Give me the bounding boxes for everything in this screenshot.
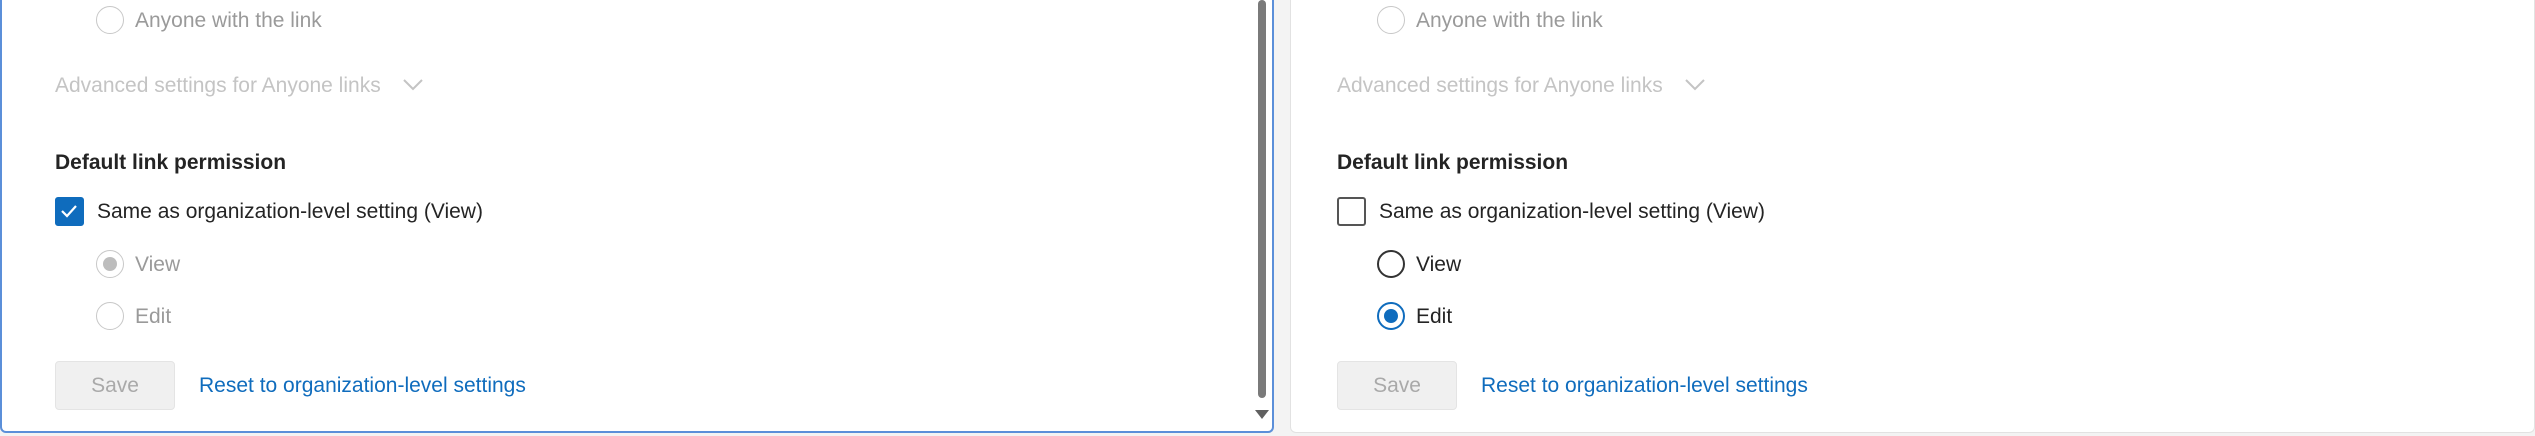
section-title: Default link permission: [1337, 151, 1569, 174]
view-permission-label: View: [135, 253, 181, 276]
anyone-with-link-radio[interactable]: [1377, 6, 1405, 34]
edit-permission-label: Edit: [1416, 305, 1453, 328]
checkmark-icon: [61, 205, 77, 218]
advanced-settings-toggle[interactable]: Advanced settings for Anyone links: [1337, 73, 1663, 99]
save-button[interactable]: Save: [55, 361, 175, 410]
right-settings-panel: Anyone with the link Advanced settings f…: [1290, 0, 2535, 433]
same-as-org-checkbox[interactable]: [1337, 197, 1366, 226]
edit-permission-label: Edit: [135, 305, 172, 328]
reset-to-org-link[interactable]: Reset to organization-level settings: [1481, 373, 1808, 399]
section-title: Default link permission: [55, 151, 287, 174]
view-permission-radio[interactable]: [96, 250, 124, 278]
advanced-settings-toggle[interactable]: Advanced settings for Anyone links: [55, 73, 381, 99]
view-permission-label: View: [1416, 253, 1462, 276]
reset-to-org-link[interactable]: Reset to organization-level settings: [199, 373, 526, 399]
chevron-down-icon[interactable]: [1684, 78, 1706, 92]
scrollbar-thumb[interactable]: [1258, 0, 1266, 398]
anyone-with-link-label: Anyone with the link: [1416, 9, 1603, 32]
same-as-org-label: Same as organization-level setting (View…: [1379, 200, 1765, 223]
chevron-down-icon[interactable]: [402, 78, 424, 92]
same-as-org-label: Same as organization-level setting (View…: [97, 200, 483, 223]
scroll-down-arrow-icon[interactable]: [1255, 410, 1269, 419]
edit-permission-radio[interactable]: [96, 302, 124, 330]
anyone-with-link-label: Anyone with the link: [135, 9, 322, 32]
edit-permission-radio[interactable]: [1377, 302, 1405, 330]
anyone-with-link-radio[interactable]: [96, 6, 124, 34]
same-as-org-checkbox[interactable]: [55, 197, 84, 226]
save-button[interactable]: Save: [1337, 361, 1457, 410]
left-settings-panel: Anyone with the link Advanced settings f…: [0, 0, 1274, 433]
view-permission-radio[interactable]: [1377, 250, 1405, 278]
